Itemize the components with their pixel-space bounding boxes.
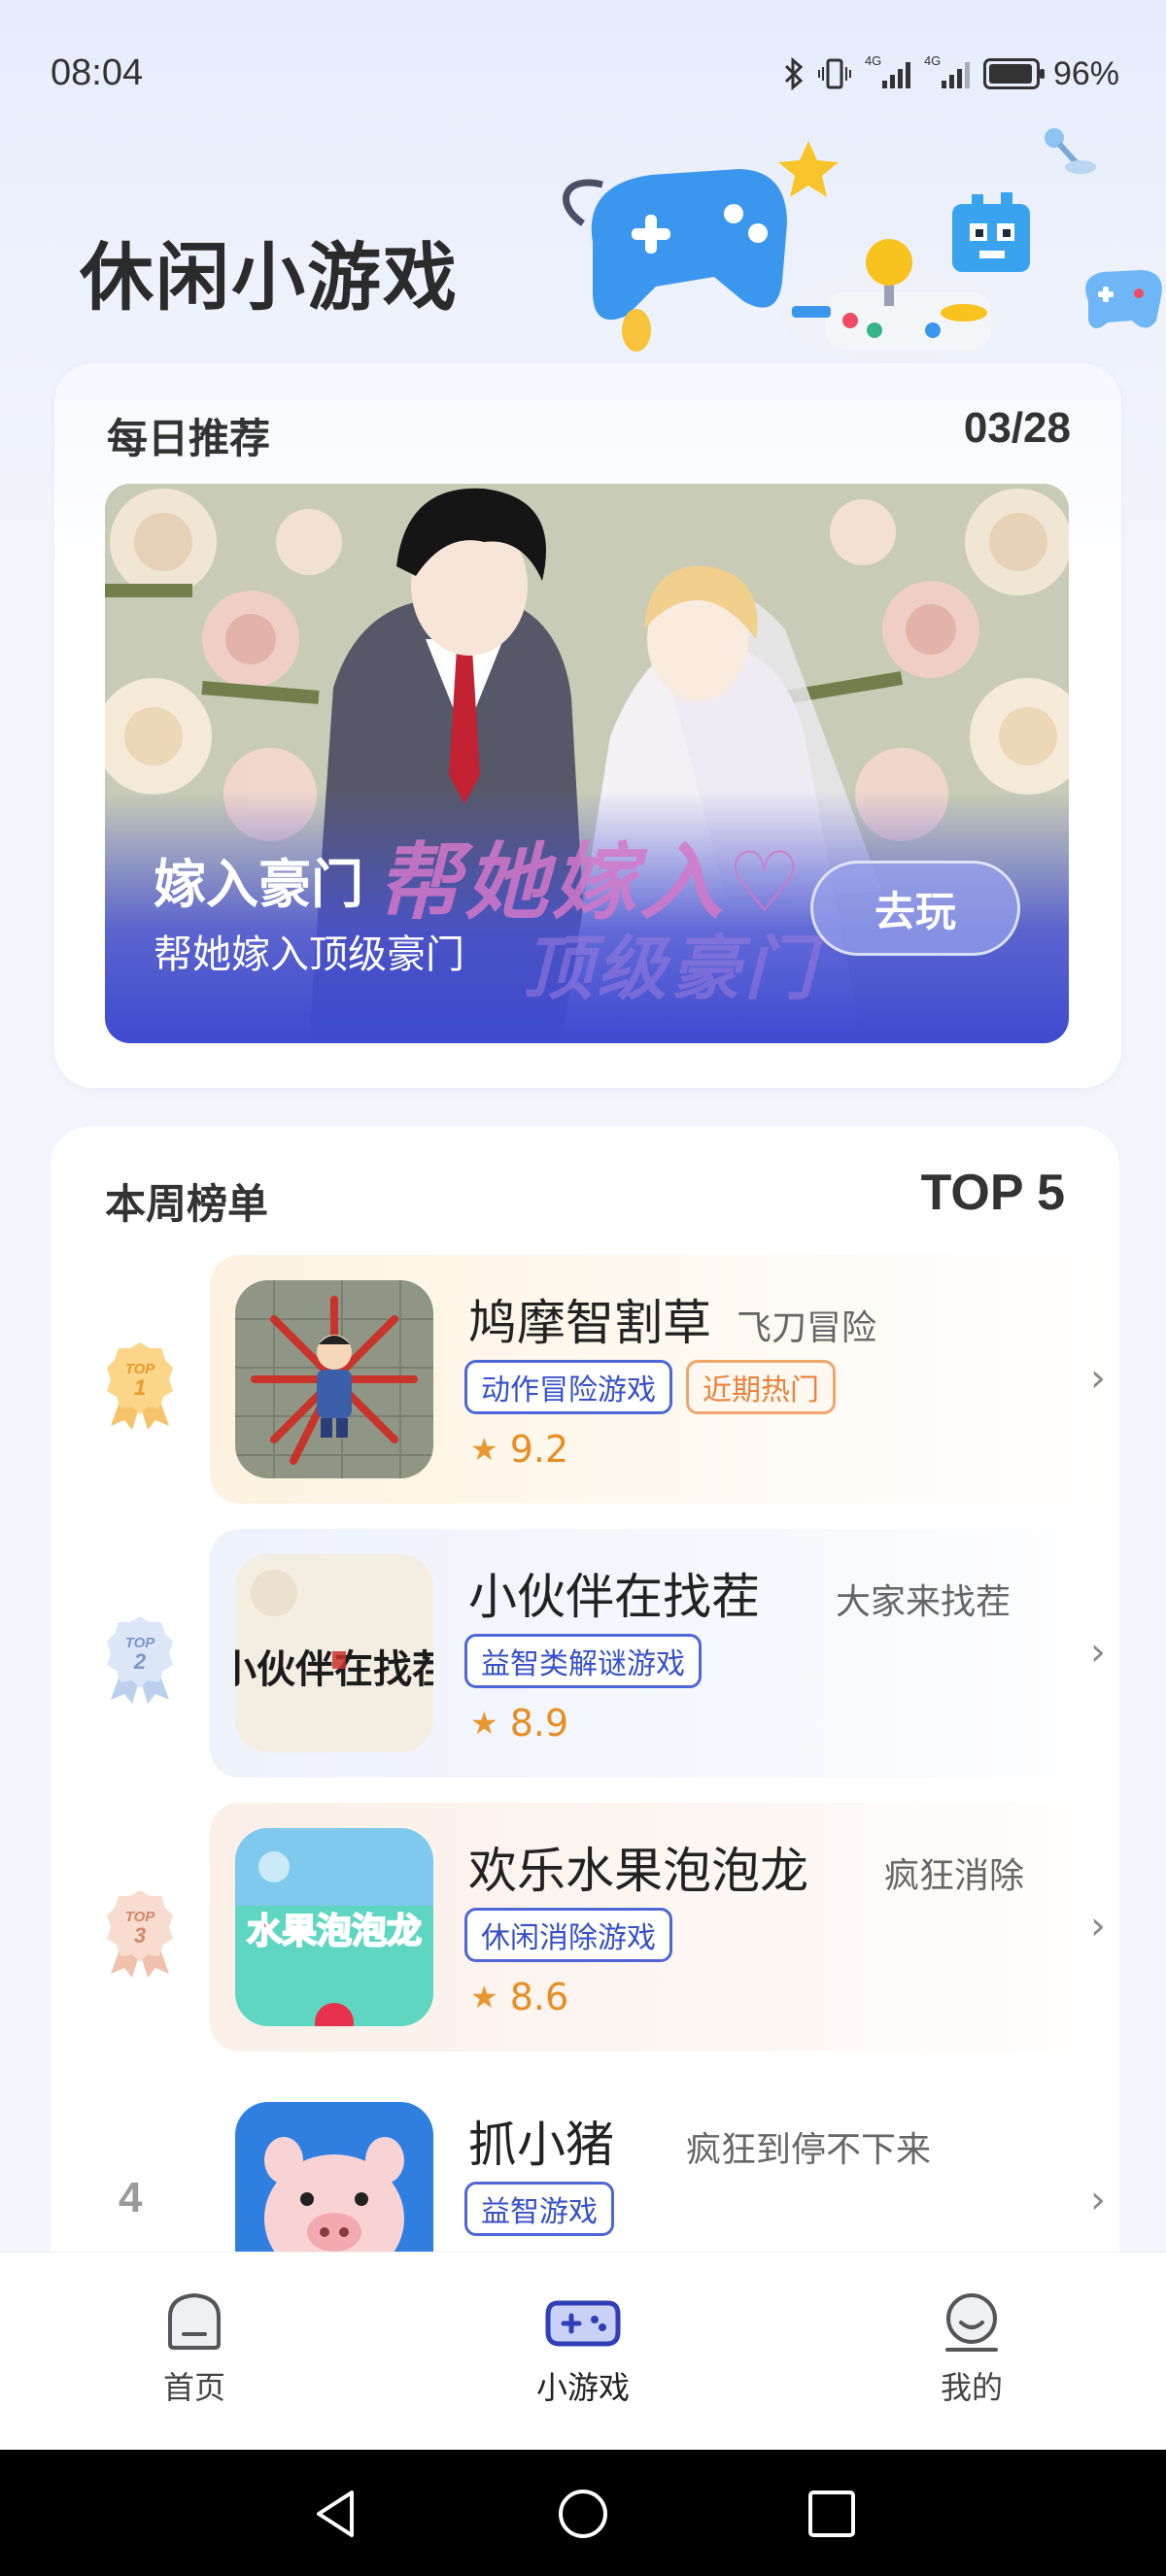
page-title: 休闲小游戏 [80, 234, 459, 321]
back-icon[interactable] [309, 2487, 363, 2541]
ranking-row: TOP 1 鸠摩智割草 飞刀冒险 动作冒险游戏 近期热门 ★ 9.2 › [51, 1255, 1119, 1504]
profile-icon [945, 2293, 998, 2352]
game-thumbnail-2: 小伙伴在找茬 [235, 1554, 433, 1752]
bluetooth-icon [784, 57, 804, 90]
hot-tag: 近期热门 [686, 1360, 836, 1414]
chevron-right-icon: › [1090, 1356, 1106, 1401]
rating-value: 8.6 [509, 1976, 569, 2018]
daily-banner[interactable]: 帮她嫁入♡ 顶级豪门 嫁入豪门 帮她嫁入顶级豪门 去玩 [105, 484, 1069, 1043]
banner-title: 嫁入豪门 [154, 854, 363, 915]
gamepad-icon [545, 2300, 621, 2347]
home-icon [168, 2292, 221, 2350]
banner-subtitle: 帮她嫁入顶级豪门 [154, 932, 464, 977]
genre-tag: 休闲消除游戏 [464, 1908, 672, 1962]
game-item-2[interactable]: 小伙伴在找茬 小伙伴在找茬 大家来找茬 益智类解谜游戏 ★ 8.9 › [210, 1529, 1119, 1778]
game-subtitle: 大家来找茬 [836, 1582, 1012, 1622]
nav-item-profile[interactable]: 我的 [874, 2289, 1069, 2408]
game-tags: 动作冒险游戏 近期热门 [464, 1360, 836, 1414]
gamepad-blue-illustration [591, 169, 787, 321]
signal-icon: 4G [865, 53, 910, 88]
daily-label: 每日推荐 [107, 415, 271, 462]
star-icon: ★ [470, 1705, 498, 1742]
network-type-label: 4G [864, 53, 882, 68]
nav-label-games: 小游戏 [535, 2369, 630, 2406]
badge-rank-text: 3 [134, 1923, 146, 1948]
network-type-label: 4G [923, 53, 942, 68]
game-item-3[interactable]: 水果泡泡龙 欢乐水果泡泡龙 疯狂消除 休闲消除游戏 ★ 8.6 › [210, 1803, 1119, 2051]
rank-number: 4 [119, 2174, 143, 2221]
top-3-badge-icon: TOP 3 [107, 1890, 173, 1978]
chevron-right-icon: › [1090, 1630, 1106, 1675]
ranking-row: TOP 2 小伙伴在找茬 小伙伴在找茬 大家来找茬 益智类解谜游戏 ★ 8.9 › [51, 1529, 1119, 1778]
chevron-right-icon: › [1090, 2178, 1106, 2222]
battery-percent: 96% [1052, 54, 1119, 92]
game-tags: 休闲消除游戏 [464, 1908, 672, 1962]
pixel-monster-illustration [952, 192, 1030, 272]
banner-art-text: 顶级豪门 [523, 928, 819, 1009]
thumbnail-title-text: 水果泡泡龙 [247, 1912, 422, 1951]
battery-icon [982, 58, 1045, 89]
vibrate-icon [817, 58, 851, 89]
game-item-1[interactable]: 鸠摩智割草 飞刀冒险 动作冒险游戏 近期热门 ★ 9.2 › [210, 1255, 1119, 1504]
mini-gamepad-illustration [1085, 270, 1162, 329]
daily-date: 03/28 [963, 404, 1071, 452]
status-icons: 4G 4G 96% [783, 52, 1119, 95]
top-1-badge-icon: TOP 1 [107, 1342, 173, 1430]
bottom-navigation: 首页 小游戏 我的 [0, 2252, 1166, 2450]
game-tags: 益智类解谜游戏 [464, 1634, 702, 1688]
game-illustration [563, 128, 1162, 362]
game-name: 小伙伴在找茬 [468, 1569, 760, 1625]
game-subtitle: 飞刀冒险 [737, 1308, 877, 1348]
signal-icon: 4G [924, 53, 970, 88]
rating-value: 8.9 [509, 1702, 569, 1745]
recents-icon[interactable] [805, 2487, 859, 2541]
game-thumbnail-3: 水果泡泡龙 [235, 1828, 433, 2026]
game-subtitle: 疯狂消除 [884, 1856, 1025, 1896]
genre-tag: 益智游戏 [464, 2182, 614, 2236]
nav-item-games[interactable]: 小游戏 [486, 2289, 680, 2408]
chevron-right-icon: › [1090, 1904, 1106, 1949]
system-navigation-bar [0, 2450, 1166, 2576]
weekly-ranking-card: 本周榜单 TOP 5 TOP 1 鸠摩智割草 飞刀冒险 动作冒险游戏 近期热门 … [51, 1127, 1119, 2325]
top-2-badge-icon: TOP 2 [107, 1616, 173, 1704]
star-icon: ★ [470, 1979, 498, 2016]
play-button[interactable]: 去玩 [810, 861, 1020, 956]
game-thumbnail-1 [235, 1280, 433, 1478]
game-rating: ★ 8.6 [470, 1976, 568, 2018]
game-tags: 益智游戏 [464, 2182, 614, 2236]
home-circle-icon[interactable] [556, 2487, 610, 2541]
weekly-label: 本周榜单 [105, 1180, 269, 1228]
game-name: 欢乐水果泡泡龙 [468, 1843, 808, 1899]
daily-recommendation-card: 每日推荐 03/28 帮她嫁入♡ 顶级豪门 嫁入豪门 帮她嫁入顶级豪门 去玩 [54, 363, 1121, 1088]
genre-tag: 动作冒险游戏 [464, 1360, 672, 1414]
rating-value: 9.2 [509, 1428, 569, 1471]
nav-label-home: 首页 [162, 2369, 225, 2406]
game-name: 抓小猪 [468, 2117, 614, 2173]
game-name: 鸠摩智割草 [468, 1295, 711, 1351]
joystick-illustration [1045, 128, 1096, 174]
badge-rank-text: 1 [134, 1375, 146, 1400]
game-rating: ★ 9.2 [470, 1428, 568, 1471]
game-subtitle: 疯狂到停不下来 [686, 2130, 932, 2170]
game-rating: ★ 8.9 [470, 1702, 568, 1745]
star-icon: ★ [470, 1431, 498, 1468]
status-time: 08:04 [51, 52, 144, 93]
genre-tag: 益智类解谜游戏 [464, 1634, 702, 1688]
weekly-top-label: TOP 5 [920, 1165, 1065, 1221]
ranking-row: TOP 3 水果泡泡龙 欢乐水果泡泡龙 疯狂消除 休闲消除游戏 ★ 8.6 › [51, 1803, 1119, 2051]
nav-label-profile: 我的 [940, 2369, 1003, 2406]
badge-rank-text: 2 [133, 1649, 147, 1674]
nav-item-home[interactable]: 首页 [97, 2289, 292, 2408]
